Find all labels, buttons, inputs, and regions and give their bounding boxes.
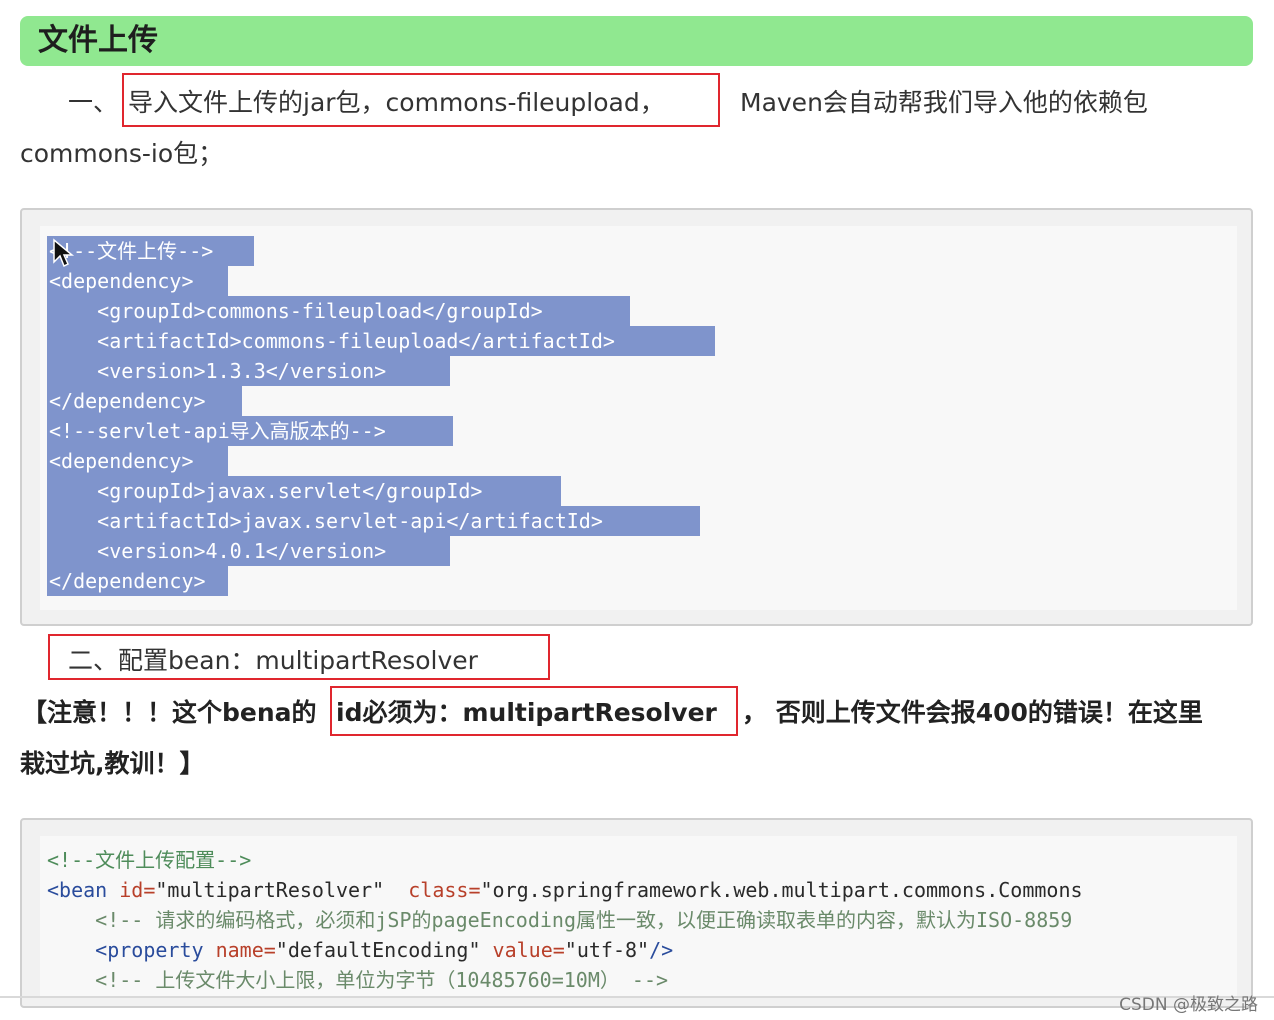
code-comment-line: <!-- 上传文件大小上限，单位为字节（10485760=10M） -->	[47, 968, 669, 992]
code-line: <!--servlet-api导入高版本的-->	[47, 416, 453, 446]
code-token: "defaultEncoding"	[275, 938, 481, 962]
code-token: id=	[119, 878, 156, 902]
code-line: <artifactId>commons-fileupload</artifact…	[47, 326, 715, 356]
note-after: ， 否则上传文件会报400的错误！在这里	[742, 698, 1203, 727]
code2-lines: <!--文件上传配置--> <bean id="multipartResolve…	[47, 845, 1237, 995]
code-line: <groupId>javax.servlet</groupId>	[47, 476, 561, 506]
code-token: value=	[480, 938, 565, 962]
code-line: <artifactId>javax.servlet-api</artifactI…	[47, 506, 700, 536]
section-heading: 文件上传	[38, 23, 158, 58]
code-line: <dependency>	[47, 446, 228, 476]
code-token: <bean	[47, 878, 120, 902]
code-line: </dependency>	[47, 566, 228, 596]
divider	[0, 996, 1274, 998]
section1-line2: commons-io包；	[20, 139, 224, 168]
code-token: "org.springframework.web.multipart.commo…	[480, 878, 1083, 902]
code-comment-line: <!-- 请求的编码格式，必须和jSP的pageEncoding属性一致，以便正…	[47, 908, 1073, 932]
section1-suffix: Maven会自动帮我们导入他的依赖包	[740, 88, 1148, 117]
code-lines: <!--文件上传--> <dependency> <groupId>common…	[47, 236, 715, 596]
section2-title: 二、配置bean：multipartResolver	[68, 646, 478, 675]
section1-prefix: 一、	[68, 88, 119, 117]
code-line: <dependency>	[47, 266, 228, 296]
code-line: <version>4.0.1</version>	[47, 536, 450, 566]
code-line: <!--文件上传-->	[47, 236, 254, 266]
code-token: <property	[47, 938, 216, 962]
code-line: </dependency>	[47, 386, 242, 416]
code-line: <groupId>commons-fileupload</groupId>	[47, 296, 630, 326]
code-token: "utf-8"	[564, 938, 650, 962]
code-token: />	[649, 938, 674, 962]
note-line2: 栽过坑,教训！】	[20, 749, 205, 778]
mouse-pointer-icon	[53, 238, 75, 268]
code-token: class=	[384, 878, 481, 902]
note-boxed: id必须为：multipartResolver	[336, 698, 717, 727]
note-before: 【注意！！！这个bena的	[22, 698, 317, 727]
section1-boxed-text: 导入文件上传的jar包，commons-fileupload，	[128, 88, 665, 117]
code-comment-line: <!--文件上传配置-->	[47, 848, 252, 872]
section-heading-bar	[20, 16, 1253, 66]
watermark: CSDN @极致之路	[1119, 995, 1258, 1015]
code-bean-line: <bean id="multipartResolver" class="org.…	[47, 875, 1237, 905]
code-line: <version>1.3.3</version>	[47, 356, 450, 386]
code-property-line: <property name="defaultEncoding" value="…	[47, 935, 1237, 965]
code-token: "multipartResolver"	[155, 878, 385, 902]
code-token: name=	[215, 938, 276, 962]
